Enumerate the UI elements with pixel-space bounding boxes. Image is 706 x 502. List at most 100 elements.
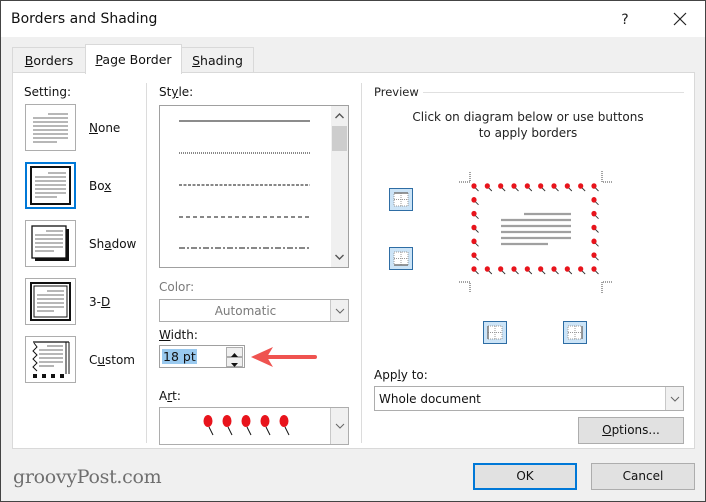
setting-none-label[interactable]: None — [89, 121, 120, 135]
line-styles — [179, 120, 310, 249]
label-part: St — [159, 85, 172, 99]
chevron-down-icon — [670, 396, 680, 402]
right-border-button[interactable] — [563, 321, 587, 344]
pushpin-mark — [591, 252, 599, 261]
pushpin-mark — [471, 238, 479, 247]
setting-none-thumb[interactable] — [25, 104, 76, 151]
pushpin-mark — [484, 266, 493, 275]
tab-borders[interactable]: Borders — [12, 47, 86, 73]
divider — [361, 83, 362, 443]
left-border-icon — [487, 325, 503, 340]
setting-shadow-thumb[interactable] — [25, 220, 76, 267]
bottom-border-icon — [393, 251, 409, 266]
borders-and-shading-dialog: Borders and Shading ? Borders Page Borde… — [0, 0, 706, 502]
scroll-down-arrow-icon[interactable] — [331, 249, 348, 265]
color-dropdown[interactable]: Automatic — [159, 299, 349, 322]
label-part: le: — [178, 85, 194, 99]
scroll-up-arrow-icon[interactable] — [331, 108, 348, 124]
pushpin-mark — [524, 266, 533, 275]
setting-3d-thumb[interactable] — [25, 278, 76, 325]
label-part: dow — [111, 237, 137, 251]
setting-box-thumb[interactable] — [25, 162, 76, 209]
scrollbar-thumb[interactable] — [332, 126, 347, 151]
pushpin-mark — [511, 266, 519, 275]
label-part: 3- — [89, 295, 101, 309]
shadow-preview-icon — [31, 225, 69, 261]
pushpin-mark — [564, 266, 573, 275]
pushpin-art-icon — [203, 414, 290, 436]
pushpin-mark — [591, 238, 599, 247]
preview-instructions: Click on diagram below or use buttons to… — [373, 109, 683, 141]
label-part: A — [159, 389, 168, 403]
pushpin-mark — [471, 224, 479, 233]
label-accel: x — [104, 179, 112, 193]
watermark: groovyPost.com — [13, 466, 162, 488]
setting-shadow-label[interactable]: Shadow — [89, 237, 136, 251]
chevron-down-icon — [335, 308, 345, 314]
label-accel: O — [602, 423, 612, 437]
label-part: one — [97, 121, 121, 135]
apply-to-label: Apply to: — [374, 368, 428, 382]
pushpin-mark — [484, 183, 493, 192]
pushpin-mark — [538, 183, 546, 192]
instructions-line: Click on diagram below or use buttons — [412, 110, 644, 124]
color-dropdown-button[interactable] — [330, 300, 348, 321]
pushpin-mark — [498, 183, 506, 192]
pushpin-mark — [524, 183, 533, 192]
pushpin-mark — [471, 266, 479, 275]
style-listbox[interactable] — [159, 105, 349, 268]
ok-button[interactable]: OK — [473, 463, 577, 490]
style-scrollbar[interactable] — [331, 106, 348, 267]
pushpin-mark — [578, 183, 586, 192]
width-spinbox[interactable]: 18 pt — [159, 345, 245, 368]
setting-custom-thumb[interactable] — [25, 336, 76, 383]
pushpin-mark — [498, 266, 506, 275]
width-value[interactable]: 18 pt — [162, 349, 197, 364]
help-button[interactable]: ? — [613, 9, 637, 31]
dialog-title: Borders and Shading — [11, 11, 158, 27]
setting-label: Setting: — [24, 85, 72, 99]
bottom-border-button[interactable] — [389, 247, 413, 270]
label-part: stom — [105, 353, 135, 367]
width-increment-button[interactable] — [226, 347, 243, 357]
label-accel: u — [97, 353, 105, 367]
preview-groupbox-line — [423, 92, 684, 93]
pushpin-mark — [471, 252, 479, 261]
pushpin-mark — [471, 197, 479, 206]
apply-to-value: Whole document — [379, 392, 481, 406]
setting-box-label[interactable]: Box — [89, 179, 111, 193]
pushpin-mark — [564, 183, 573, 192]
art-dropdown-button[interactable] — [330, 408, 348, 444]
tab-page-border[interactable]: Page Border — [85, 44, 182, 74]
left-border-button[interactable] — [483, 321, 507, 344]
apply-to-dropdown[interactable]: Whole document — [374, 386, 684, 411]
tab-borders-label: orders — [33, 53, 74, 68]
pushpin-mark — [511, 183, 519, 192]
setting-3d-label[interactable]: 3-D — [89, 295, 110, 309]
preview-label: Preview — [374, 85, 419, 99]
tab-shading[interactable]: Shading — [181, 47, 254, 73]
close-button[interactable] — [665, 7, 695, 31]
cancel-button[interactable]: Cancel — [591, 463, 695, 490]
preview-diagram[interactable] — [456, 170, 616, 294]
3d-preview-icon — [30, 282, 71, 321]
pushpin-mark — [591, 266, 599, 275]
label-part: App — [374, 368, 398, 382]
color-label: Color: — [159, 280, 195, 294]
top-border-icon — [393, 192, 409, 207]
width-decrement-button[interactable] — [226, 357, 243, 367]
width-label: Width: — [159, 328, 198, 342]
pushpin-mark — [538, 266, 546, 275]
chevron-down-icon — [335, 423, 345, 429]
none-preview-icon — [33, 113, 68, 143]
label-part: Sh — [89, 237, 105, 251]
setting-custom-label[interactable]: Custom — [89, 353, 135, 367]
options-button[interactable]: Options... — [578, 417, 684, 444]
instructions-line: to apply borders — [478, 126, 578, 140]
label-accel: a — [104, 237, 112, 251]
apply-to-dropdown-button[interactable] — [665, 387, 683, 410]
art-dropdown[interactable] — [159, 407, 349, 445]
pushpin-mark — [591, 183, 599, 192]
pushpin-mark — [551, 183, 559, 192]
top-border-button[interactable] — [389, 188, 413, 211]
